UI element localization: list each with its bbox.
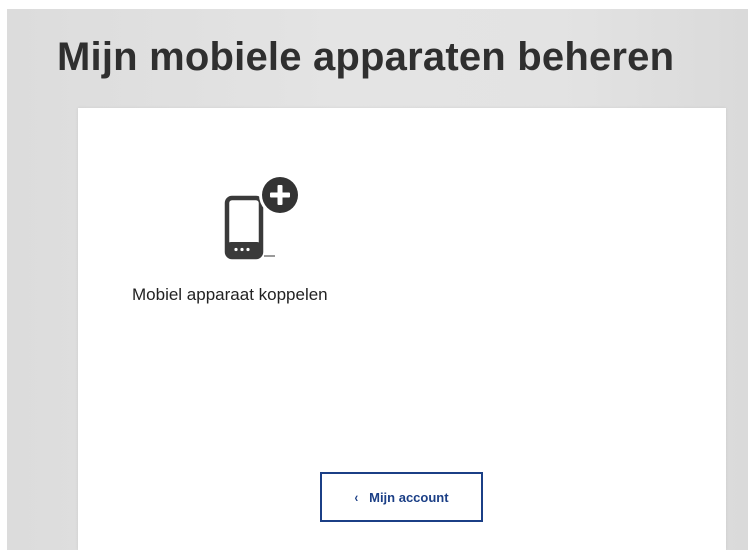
link-device-label: Mobiel apparaat koppelen (132, 285, 328, 304)
page-title: Mijn mobiele apparaten beheren (57, 35, 675, 79)
my-account-label: Mijn account (369, 489, 449, 505)
my-account-button[interactable]: ‹ Mijn account (320, 472, 483, 522)
header: Mijn mobiele apparaten beheren (0, 0, 748, 110)
phone-plus-icon (224, 174, 301, 260)
chevron-left-icon: ‹ (354, 489, 359, 505)
devices-card: Mobiel apparaat koppelen ‹ Mijn account (78, 108, 726, 550)
page: Mijn mobiele apparaten beheren Mobiel ap… (0, 0, 748, 550)
link-device-action[interactable]: Mobiel apparaat koppelen (132, 174, 432, 324)
